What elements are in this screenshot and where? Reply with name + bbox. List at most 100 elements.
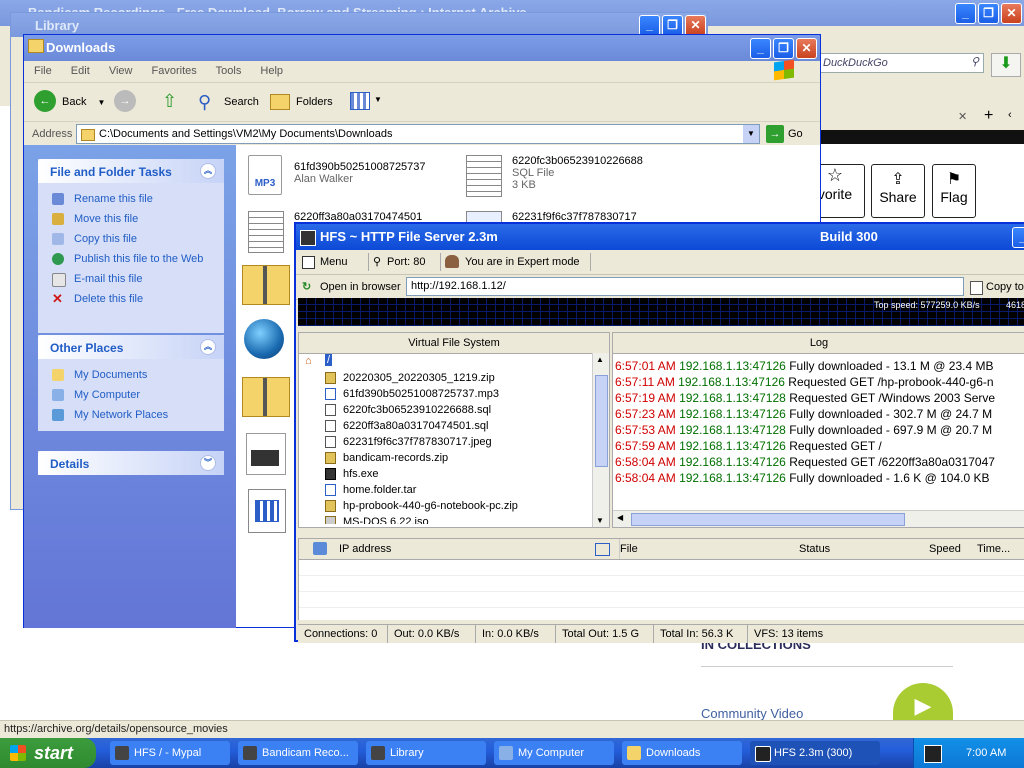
file-folder-tasks-header[interactable]: File and Folder Tasks ︽ [38, 159, 224, 183]
vfs-scrollbar[interactable]: ▲ ▼ [592, 353, 609, 527]
tab-close-icon[interactable]: ✕ [958, 110, 967, 123]
search-button[interactable]: ⚲ Search [198, 90, 259, 114]
collapse-chevron-icon[interactable]: ︽ [200, 339, 216, 355]
copy-url-button[interactable]: Copy to [968, 278, 1024, 296]
url-field[interactable]: http://192.168.1.12/ [406, 277, 964, 296]
task-publish[interactable]: Publish this file to the Web [38, 249, 224, 269]
share-button[interactable]: ⇪ Share [871, 164, 925, 218]
vfs-item[interactable]: MS-DOS 6.22.iso [299, 514, 609, 524]
taskbar-item-downloads[interactable]: Downloads [622, 741, 742, 765]
task-email[interactable]: E-mail this file [38, 269, 224, 289]
forward-button[interactable]: → [114, 90, 136, 112]
vfs-item[interactable]: 20220305_20220305_1219.zip [299, 370, 609, 386]
task-rename[interactable]: Rename this file [38, 189, 224, 209]
details-header[interactable]: Details ︾ [38, 451, 224, 475]
taskbar-item-bandicam[interactable]: Bandicam Reco... [238, 741, 358, 765]
log-header[interactable]: Log [613, 333, 1024, 354]
back-button[interactable]: ← Back ▼ [34, 90, 105, 114]
open-browser-button[interactable]: ↻ Open in browser [302, 278, 401, 296]
browser-close-button[interactable]: ✕ [1001, 3, 1022, 24]
hfs-minimize-button[interactable]: _ [1012, 227, 1024, 248]
log-hscrollbar[interactable]: ◀ [613, 510, 1024, 527]
up-folder-icon[interactable]: ⇧ [162, 91, 182, 111]
zip-folder-icon[interactable] [242, 265, 290, 305]
back-dropdown-icon[interactable]: ▼ [98, 98, 106, 107]
explorer-minimize-button[interactable]: _ [750, 38, 771, 59]
task-copy[interactable]: Copy this file [38, 229, 224, 249]
menu-favorites[interactable]: Favorites [152, 65, 197, 77]
place-my-documents[interactable]: My Documents [38, 365, 224, 385]
mode-button[interactable]: You are in Expert mode [440, 253, 591, 271]
tray-clock[interactable]: 7:00 AM [966, 738, 1006, 768]
library-minimize-button[interactable]: _ [639, 15, 660, 36]
task-move[interactable]: Move this file [38, 209, 224, 229]
scroll-left-icon[interactable]: ◀ [617, 513, 623, 522]
vfs-item[interactable]: 6220ff3a80a03170474501.sql [299, 418, 609, 434]
expand-chevron-icon[interactable]: ︾ [200, 455, 216, 471]
vfs-item[interactable]: bandicam-records.zip [299, 450, 609, 466]
hscroll-thumb[interactable] [631, 513, 905, 526]
address-input[interactable]: C:\Documents and Settings\VM2\My Documen… [76, 124, 760, 144]
place-my-computer[interactable]: My Computer [38, 385, 224, 405]
vfs-root-row[interactable]: ⌂ / [299, 354, 609, 370]
other-places-header[interactable]: Other Places ︽ [38, 335, 224, 359]
zip-folder-icon[interactable] [242, 377, 290, 417]
taskbar-item-library[interactable]: Library [366, 741, 486, 765]
menu-file[interactable]: File [34, 65, 52, 77]
mp3-file-icon[interactable]: MP3 [248, 155, 282, 195]
browser-maximize-button[interactable]: ❐ [978, 3, 999, 24]
vfs-item[interactable]: hp-probook-440-g6-notebook-pc.zip [299, 498, 609, 514]
tar-file-icon[interactable] [248, 489, 286, 533]
explorer-close-button[interactable]: ✕ [796, 38, 817, 59]
library-maximize-button[interactable]: ❐ [662, 15, 683, 36]
vfs-item[interactable]: 61fd390b50251008725737.mp3 [299, 386, 609, 402]
file-item-mp3[interactable]: 61fd390b50251008725737 Alan Walker [294, 161, 426, 185]
col-ip[interactable]: IP address [339, 539, 391, 559]
tab-scroll-icon[interactable]: ‹ [1008, 109, 1012, 121]
vfs-header[interactable]: Virtual File System [299, 333, 609, 354]
vfs-item[interactable]: home.folder.tar [299, 482, 609, 498]
sql-file-icon[interactable] [248, 211, 284, 253]
menu-help[interactable]: Help [260, 65, 283, 77]
scroll-up-icon[interactable]: ▲ [596, 355, 604, 364]
col-file[interactable]: File [619, 539, 638, 559]
menu-tools[interactable]: Tools [216, 65, 242, 77]
hfs-tray-icon[interactable] [924, 745, 942, 763]
globe-hand-icon[interactable] [244, 319, 284, 359]
flag-button[interactable]: ⚑ Flag [932, 164, 976, 218]
go-button[interactable]: → Go [766, 125, 803, 143]
menu-edit[interactable]: Edit [71, 65, 90, 77]
scroll-down-icon[interactable]: ▼ [596, 516, 604, 525]
community-video-link[interactable]: Community Video [701, 706, 803, 721]
scroll-thumb[interactable] [595, 375, 608, 467]
browser-search-box[interactable]: DuckDuckGo ⚲ [818, 53, 984, 73]
menu-view[interactable]: View [109, 65, 133, 77]
col-speed[interactable]: Speed [929, 539, 961, 559]
new-tab-icon[interactable]: + [984, 107, 993, 125]
views-button[interactable]: ▼ [350, 91, 382, 113]
sql-file-icon[interactable] [466, 155, 502, 197]
taskbar-item-my-computer[interactable]: My Computer [494, 741, 614, 765]
hfs-exe-icon[interactable] [246, 433, 286, 475]
address-dropdown-icon[interactable]: ▼ [743, 125, 759, 143]
search-icon[interactable]: ⚲ [971, 55, 979, 68]
task-delete[interactable]: ✕ Delete this file [38, 289, 224, 309]
folders-button[interactable]: Folders [270, 90, 333, 114]
vfs-item[interactable]: 62231f9f6c37f787830717.jpeg [299, 434, 609, 450]
menu-button[interactable]: Menu [302, 253, 348, 271]
library-close-button[interactable]: ✕ [685, 15, 706, 36]
vfs-item[interactable]: 6220fc3b06523910226688.sql [299, 402, 609, 418]
col-status[interactable]: Status [799, 539, 830, 559]
col-time[interactable]: Time... [977, 539, 1010, 559]
taskbar-item-hfs-mypal[interactable]: HFS / - Mypal [110, 741, 230, 765]
collapse-chevron-icon[interactable]: ︽ [200, 163, 216, 179]
download-arrow-icon[interactable]: ⬇ [991, 53, 1021, 77]
explorer-maximize-button[interactable]: ❐ [773, 38, 794, 59]
start-button[interactable]: start [0, 738, 96, 768]
port-button[interactable]: ⚲ Port: 80 [368, 253, 426, 271]
place-my-network[interactable]: My Network Places [38, 405, 224, 425]
file-item-sql[interactable]: 6220fc3b06523910226688 SQL File 3 KB [512, 155, 643, 191]
taskbar-item-hfs[interactable]: HFS 2.3m (300) [750, 741, 880, 765]
browser-minimize-button[interactable]: _ [955, 3, 976, 24]
vfs-item[interactable]: hfs.exe [299, 466, 609, 482]
